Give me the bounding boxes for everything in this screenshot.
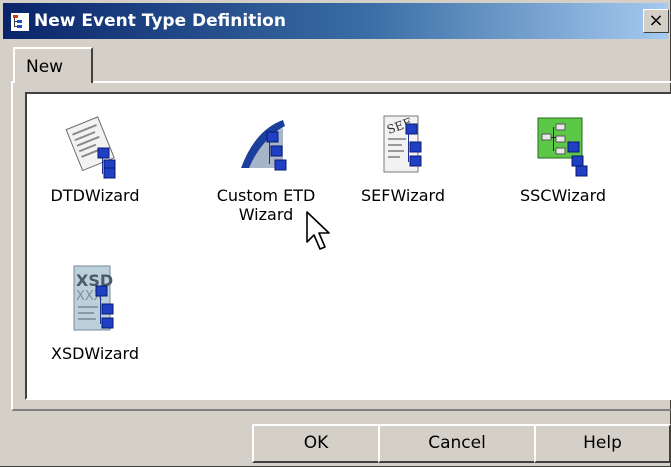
tab-new-label: New <box>26 57 64 77</box>
xsd-document-icon: XSD XXX <box>73 265 114 331</box>
svg-text:XSD: XSD <box>76 271 113 290</box>
close-icon: × <box>648 10 664 31</box>
mouse-pointer-icon <box>306 211 330 250</box>
xsd-wizard-item[interactable]: XSD XXX XSDWizard <box>37 260 153 363</box>
custom-etd-icon <box>241 120 287 171</box>
dtd-wizard-item[interactable]: DTDWizard <box>37 110 153 205</box>
wizard-icon-view: DTDWizard Custom ETD Wizard SEF SEFWizar… <box>25 92 671 400</box>
close-button[interactable]: × <box>643 9 669 33</box>
cancel-button-label: Cancel <box>428 433 486 453</box>
sef-document-icon: SEF <box>383 115 422 173</box>
xsd-wizard-label: XSDWizard <box>50 344 139 363</box>
ssc-wizard-label: SSCWizard <box>519 186 607 205</box>
sef-wizard-item[interactable]: SEF SEFWizard <box>345 110 461 205</box>
help-button[interactable]: Help <box>534 424 671 463</box>
ssc-wizard-item[interactable]: SSCWizard <box>505 110 621 205</box>
ssc-tree-icon <box>537 117 588 177</box>
sef-wizard-label: SEFWizard <box>360 186 446 205</box>
ok-button[interactable]: OK <box>252 424 380 463</box>
dtd-wizard-label: DTDWizard <box>50 186 140 205</box>
tab-new[interactable]: New <box>13 47 93 83</box>
event-type-icon <box>11 13 29 31</box>
custom-etd-wizard-item[interactable]: Custom ETD Wizard <box>203 110 329 224</box>
cancel-button[interactable]: Cancel <box>378 424 536 463</box>
ok-button-label: OK <box>303 433 329 453</box>
dtd-document-icon <box>65 116 116 179</box>
help-button-label: Help <box>583 433 622 453</box>
window-title: New Event Type Definition <box>34 11 286 31</box>
dialog-window: New Event Type Definition × New DTDWizar… <box>0 0 671 467</box>
title-bar[interactable]: New Event Type Definition × <box>3 3 669 39</box>
